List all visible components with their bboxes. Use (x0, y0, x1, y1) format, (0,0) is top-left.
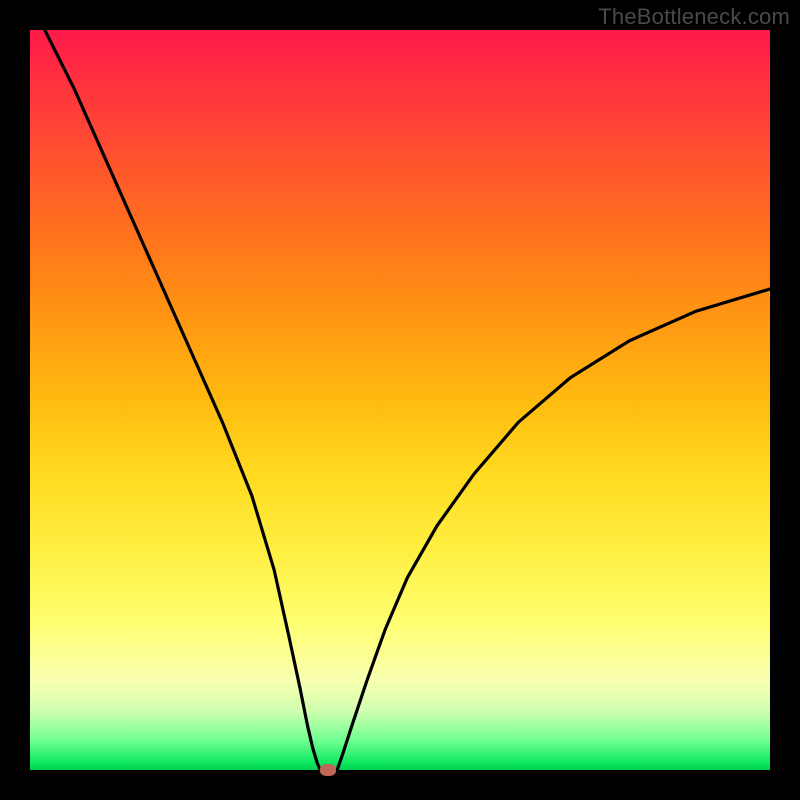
bottleneck-curve (45, 30, 770, 770)
curve-layer (30, 30, 770, 770)
optimum-marker (320, 764, 336, 776)
watermark-label: TheBottleneck.com (598, 4, 790, 30)
chart-plot-area (30, 30, 770, 770)
chart-frame: TheBottleneck.com (0, 0, 800, 800)
